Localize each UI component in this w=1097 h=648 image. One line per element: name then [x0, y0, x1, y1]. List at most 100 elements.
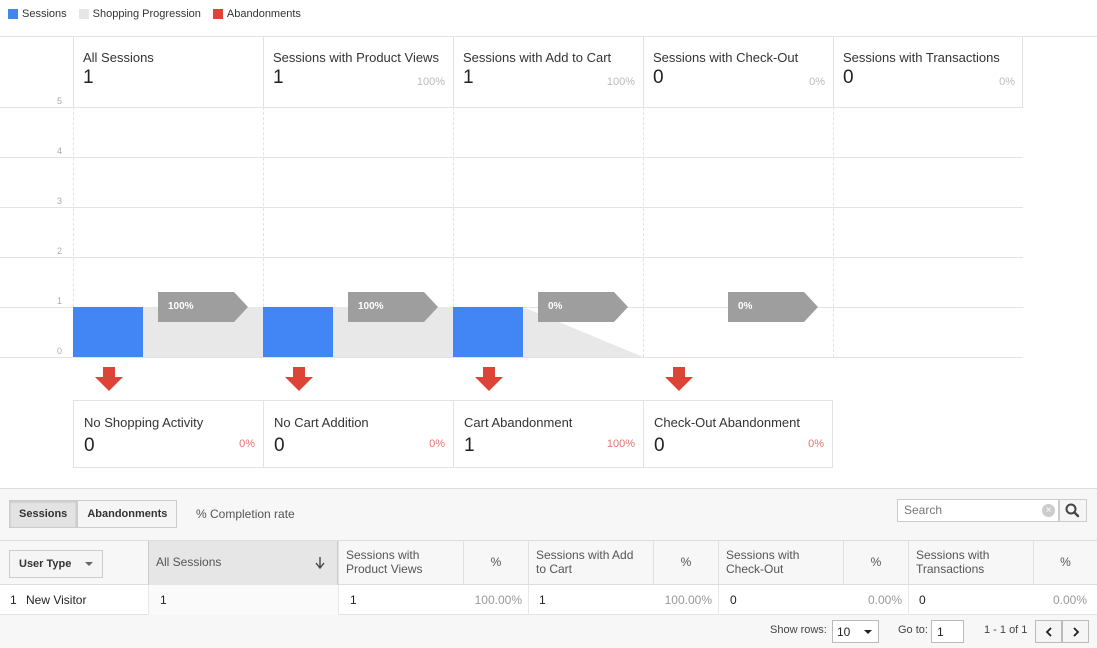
session-bar[interactable]: [263, 307, 333, 357]
next-page-button[interactable]: [1062, 620, 1089, 643]
stage-title: Sessions with Product Views: [273, 50, 439, 65]
funnel-stage-header: Sessions with Check-Out 0: [653, 50, 798, 89]
cell-product-views: 1: [338, 585, 463, 615]
header-check-out[interactable]: Sessions with Check-Out: [718, 541, 843, 585]
funnel-stage-header: Sessions with Add to Cart 1: [463, 50, 611, 89]
cell-transactions-pct: 0.00%: [1052, 593, 1087, 607]
legend-swatch: [8, 9, 18, 19]
abandonment-title: No Shopping Activity: [84, 415, 204, 430]
header-add-to-cart-pct[interactable]: %: [653, 541, 718, 585]
header-product-views-pct[interactable]: %: [463, 541, 528, 585]
clear-search-icon[interactable]: ×: [1042, 504, 1055, 517]
abandonment-arrow-icon: [475, 367, 503, 396]
legend-label: Abandonments: [226, 8, 301, 20]
abandonment-percent: 100%: [606, 438, 635, 450]
abandonment-box[interactable]: Check-Out Abandonment 0 0%: [643, 400, 833, 468]
show-rows-value: 10: [837, 625, 851, 639]
chevron-left-icon: [1045, 626, 1052, 637]
stage-percent: 100%: [606, 76, 635, 88]
user-type-dropdown[interactable]: User Type: [9, 550, 104, 578]
completion-rate-link[interactable]: % Completion rate: [196, 507, 295, 521]
stage-percent: 100%: [416, 76, 445, 88]
abandonment-percent: 0%: [429, 438, 445, 450]
cell-product-views-pct: 100.00%: [474, 593, 522, 607]
abandonment-title: Cart Abandonment: [464, 415, 573, 430]
search-icon: [1065, 503, 1080, 518]
header-all-sessions[interactable]: All Sessions: [148, 541, 338, 585]
header-transactions-pct[interactable]: %: [1033, 541, 1097, 585]
tab-sessions[interactable]: Sessions: [9, 500, 78, 528]
previous-page-button[interactable]: [1035, 620, 1062, 643]
show-rows-label: Show rows:: [770, 624, 827, 636]
header-label: All Sessions: [156, 555, 222, 569]
chart-legend: Sessions Shopping Progression Abandonmen…: [8, 8, 301, 20]
search-button[interactable]: [1059, 499, 1087, 522]
abandonment-box[interactable]: No Shopping Activity 0 0%: [73, 400, 263, 468]
progression-percent: 100%: [168, 301, 194, 312]
chevron-down-icon: [864, 630, 872, 634]
abandonment-arrow-icon: [285, 367, 313, 396]
stage-percent: 0%: [809, 76, 825, 88]
cell-all-sessions: 1: [148, 585, 338, 615]
progression-percent: 100%: [358, 301, 384, 312]
table-header: User Type All Sessions Sessions with Pro…: [0, 540, 1097, 585]
search-input[interactable]: Search: [897, 499, 1059, 522]
row-index: 1: [10, 593, 17, 607]
stage-value: 1: [463, 67, 474, 88]
progression-percent: 0%: [738, 301, 753, 312]
abandonment-arrow-icon: [665, 367, 693, 396]
row-user-type[interactable]: New Visitor: [20, 585, 148, 615]
goto-label: Go to:: [898, 624, 928, 636]
legend-item-sessions[interactable]: Sessions: [8, 8, 67, 20]
progression-arrow[interactable]: 0%: [728, 292, 818, 322]
progression-arrow[interactable]: 0%: [538, 292, 628, 322]
metric-tab-group: Sessions Abandonments: [9, 500, 178, 528]
session-bar[interactable]: [453, 307, 523, 357]
legend-swatch: [212, 9, 223, 19]
funnel-table-section: Sessions Abandonments % Completion rate …: [0, 488, 1097, 648]
abandonment-value: 0: [654, 435, 665, 456]
abandonment-box[interactable]: No Cart Addition 0 0%: [263, 400, 453, 468]
table-row: 1 New Visitor 1 1 100.00% 1 100.00% 0 0.…: [0, 585, 1097, 615]
header-check-out-pct[interactable]: %: [843, 541, 908, 585]
abandonment-value: 0: [84, 435, 95, 456]
cell-check-out: 0: [718, 585, 843, 615]
legend-item-abandonments[interactable]: Abandonments: [212, 8, 301, 20]
progression-arrow[interactable]: 100%: [158, 292, 248, 322]
abandonment-title: No Cart Addition: [274, 415, 369, 430]
abandonment-title: Check-Out Abandonment: [654, 415, 800, 430]
cell-add-to-cart-pct: 100.00%: [664, 593, 712, 607]
legend-swatch: [78, 9, 89, 19]
tab-abandonments[interactable]: Abandonments: [77, 500, 178, 528]
sort-arrow-down-icon: [315, 557, 325, 569]
cell-add-to-cart: 1: [528, 585, 653, 615]
abandonment-percent: 0%: [239, 438, 255, 450]
progression-arrow[interactable]: 100%: [348, 292, 438, 322]
header-product-views[interactable]: Sessions with Product Views: [338, 541, 463, 585]
goto-page-input[interactable]: 1: [931, 620, 964, 643]
stage-percent: 0%: [999, 76, 1015, 88]
abandonment-value: 1: [464, 435, 475, 456]
stage-title: Sessions with Add to Cart: [463, 50, 612, 65]
progression-percent: 0%: [548, 301, 563, 312]
abandonment-percent: 0%: [808, 438, 824, 450]
header-add-to-cart[interactable]: Sessions with Add to Cart: [528, 541, 653, 585]
abandonment-box[interactable]: Cart Abandonment 1 100%: [453, 400, 643, 468]
session-bar[interactable]: [73, 307, 143, 357]
chevron-right-icon: [1072, 626, 1079, 637]
cell-check-out-pct: 0.00%: [867, 593, 902, 607]
user-type-label: User Type: [19, 558, 72, 570]
legend-label: Sessions: [22, 8, 67, 20]
stage-value: 0: [653, 67, 664, 88]
header-transactions[interactable]: Sessions with Transactions: [908, 541, 1033, 585]
funnel-stage-header: All Sessions 1: [83, 50, 154, 89]
shopping-funnel-chart: 0 1 2 3 4 5 All Sessions 1 Sessions with Product…: [0, 36, 1097, 488]
abandonment-arrow-icon: [95, 367, 123, 396]
chevron-down-icon: [85, 561, 94, 566]
stage-title: Sessions with Check-Out: [653, 50, 799, 65]
show-rows-select[interactable]: 10: [832, 620, 879, 643]
abandonment-value: 0: [274, 435, 285, 456]
legend-label: Shopping Progression: [92, 8, 201, 20]
legend-item-shopping-progression[interactable]: Shopping Progression: [78, 8, 201, 20]
stage-title: All Sessions: [83, 50, 154, 65]
